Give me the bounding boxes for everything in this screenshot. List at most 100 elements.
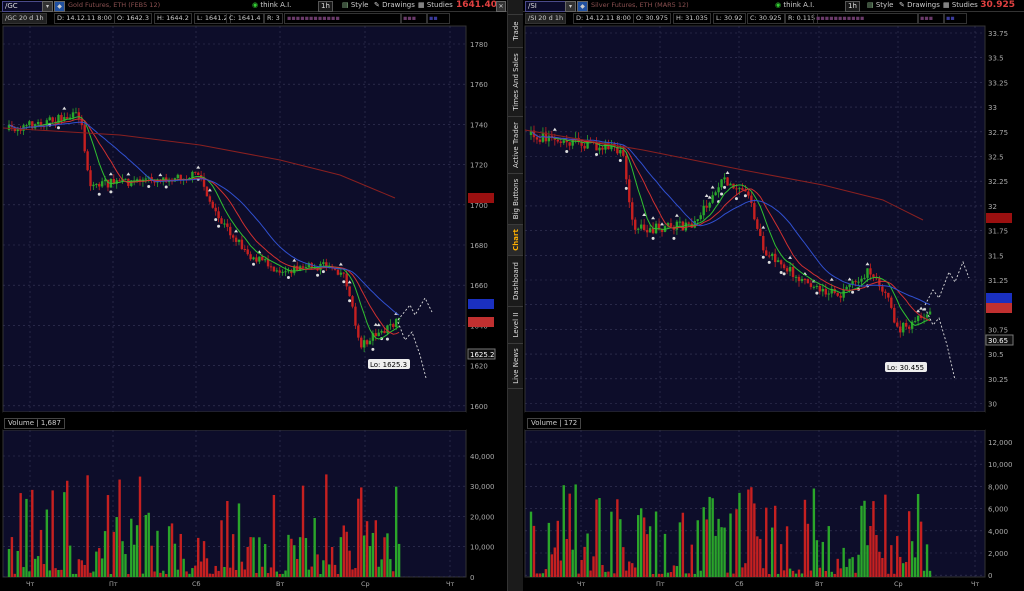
right-high-marker <box>642 213 647 217</box>
left-candle-body <box>328 266 331 268</box>
right-studies-menu[interactable]: ▦ Studies <box>943 0 978 11</box>
left-volume-bar <box>316 554 319 577</box>
left-volume-bar <box>345 531 348 577</box>
left-link-icon[interactable]: ◆ <box>54 1 65 12</box>
left-think-ai-icon: ◉ <box>252 1 259 9</box>
right-candle-body <box>705 205 708 208</box>
right-think-ai[interactable]: ◉ think A.I. <box>775 0 814 11</box>
left-interval-button[interactable]: 1h <box>318 1 333 12</box>
tab-trade[interactable]: Trade <box>508 14 523 47</box>
tab-times-and-sales[interactable]: Times And Sales <box>508 47 523 116</box>
right-symbol-dropdown-icon[interactable]: ▾ <box>565 1 576 12</box>
left-candle-body <box>263 259 267 261</box>
right-candle-body <box>660 229 664 232</box>
right-high-marker <box>651 216 656 220</box>
right-interval-button[interactable]: 1h <box>845 1 860 12</box>
left-candle-body <box>223 223 226 225</box>
left-low-dot <box>147 185 151 189</box>
right-candle-body <box>550 135 554 138</box>
left-volume-bar <box>100 558 104 577</box>
left-candle-body <box>202 177 206 187</box>
right-volume-bar <box>878 551 881 577</box>
right-candle-body <box>905 322 908 327</box>
left-candle-body <box>313 267 316 269</box>
left-volume-bar <box>19 493 22 577</box>
tab-chart[interactable]: Chart <box>508 224 523 255</box>
right-volume-bar <box>544 569 548 577</box>
tab-chart-label: Chart <box>511 229 520 251</box>
tab-active-trader[interactable]: Active Trader <box>508 116 523 173</box>
right-low-label: Lo: 30.455 <box>887 364 924 372</box>
left-candle-body <box>83 125 86 152</box>
right-volume-bar <box>919 521 923 577</box>
tab-level-ii[interactable]: Level II <box>508 306 523 343</box>
right-style-menu[interactable]: ▤ Style <box>867 0 893 11</box>
left-drawings-menu[interactable]: ✎ Drawings <box>374 0 415 11</box>
right-candle-body <box>791 267 795 278</box>
right-candle-body <box>580 141 583 146</box>
right-candle-body <box>896 322 899 327</box>
left-symbol-dropdown-icon[interactable]: ▾ <box>42 1 53 12</box>
tab-dashboard[interactable]: Dashboard <box>508 255 523 306</box>
left-volume-bar <box>214 565 217 577</box>
right-price-tick-label: 31.75 <box>988 228 1008 236</box>
left-volume-bar <box>66 480 69 577</box>
right-candle-body <box>845 286 848 290</box>
left-candle-body <box>77 112 81 119</box>
right-low-dot <box>815 291 819 295</box>
left-candle-body <box>392 324 395 328</box>
right-chart-svg[interactable]: 33.75 33.5 33.25 33 32.75 32.5 32.25 32 31.75 31.… <box>523 0 1024 591</box>
right-time-label: Чт <box>577 580 585 588</box>
right-volume-bar <box>881 558 884 577</box>
left-candle-body <box>345 273 348 287</box>
left-close-icon[interactable]: ✕ <box>496 1 506 12</box>
left-candle-body <box>7 124 11 130</box>
left-low-dot <box>321 270 325 274</box>
left-low-dot <box>252 262 256 266</box>
left-low-dot <box>380 337 384 341</box>
left-symbol-field[interactable]: /GC <box>2 1 44 12</box>
right-volume-bar <box>651 573 655 577</box>
right-volume-bar <box>672 565 676 577</box>
right-volume-bar <box>827 526 830 577</box>
right-drawings-menu[interactable]: ✎ Drawings <box>899 0 940 11</box>
left-axis-tag <box>468 299 494 309</box>
left-volume-bar <box>301 485 305 577</box>
right-volume-tick-label: 12,000 <box>988 439 1013 447</box>
left-candle-body <box>205 186 209 197</box>
right-volume-bar <box>657 573 661 577</box>
left-studies-label: Studies <box>426 1 453 9</box>
tab-live-news[interactable]: Live News <box>508 343 523 389</box>
left-volume-bar <box>313 517 316 577</box>
left-style-menu[interactable]: ▤ Style <box>342 0 368 11</box>
left-studies-menu[interactable]: ▦ Studies <box>418 0 453 11</box>
right-volume-bar <box>538 573 542 577</box>
left-candle-body <box>86 151 89 171</box>
left-separator <box>3 412 466 430</box>
right-candle-body <box>639 224 643 229</box>
left-volume-bar <box>386 533 389 577</box>
right-volume-bar <box>574 484 577 577</box>
left-chart-svg[interactable]: 1780 1760 1740 1720 1700 1680 1660 1640 1620 1600… <box>0 0 507 591</box>
right-time-label: Чт <box>971 580 979 588</box>
left-projection-line <box>397 321 427 379</box>
left-volume-tick-label: 10,000 <box>470 544 495 552</box>
left-candle-body <box>153 180 156 183</box>
right-candle-body <box>717 187 720 193</box>
right-volume-tick-label: 6,000 <box>988 506 1008 514</box>
left-think-ai[interactable]: ◉ think A.I. <box>252 0 291 11</box>
right-candle-body <box>637 228 640 230</box>
left-high-marker <box>126 172 131 176</box>
left-candle-body <box>100 181 104 187</box>
right-link-icon[interactable]: ◆ <box>577 1 588 12</box>
right-symbol-field[interactable]: /SI <box>525 1 567 12</box>
left-low-dot <box>48 123 52 127</box>
right-volume-bar <box>711 498 714 577</box>
right-volume-bar <box>607 571 610 577</box>
tab-big-buttons[interactable]: Big Buttons <box>508 173 523 224</box>
right-volume-bar <box>812 488 816 577</box>
left-candle-body <box>240 239 244 250</box>
left-candle-body <box>25 125 28 127</box>
left-volume-bar <box>34 558 37 577</box>
right-low-dot <box>779 270 783 274</box>
